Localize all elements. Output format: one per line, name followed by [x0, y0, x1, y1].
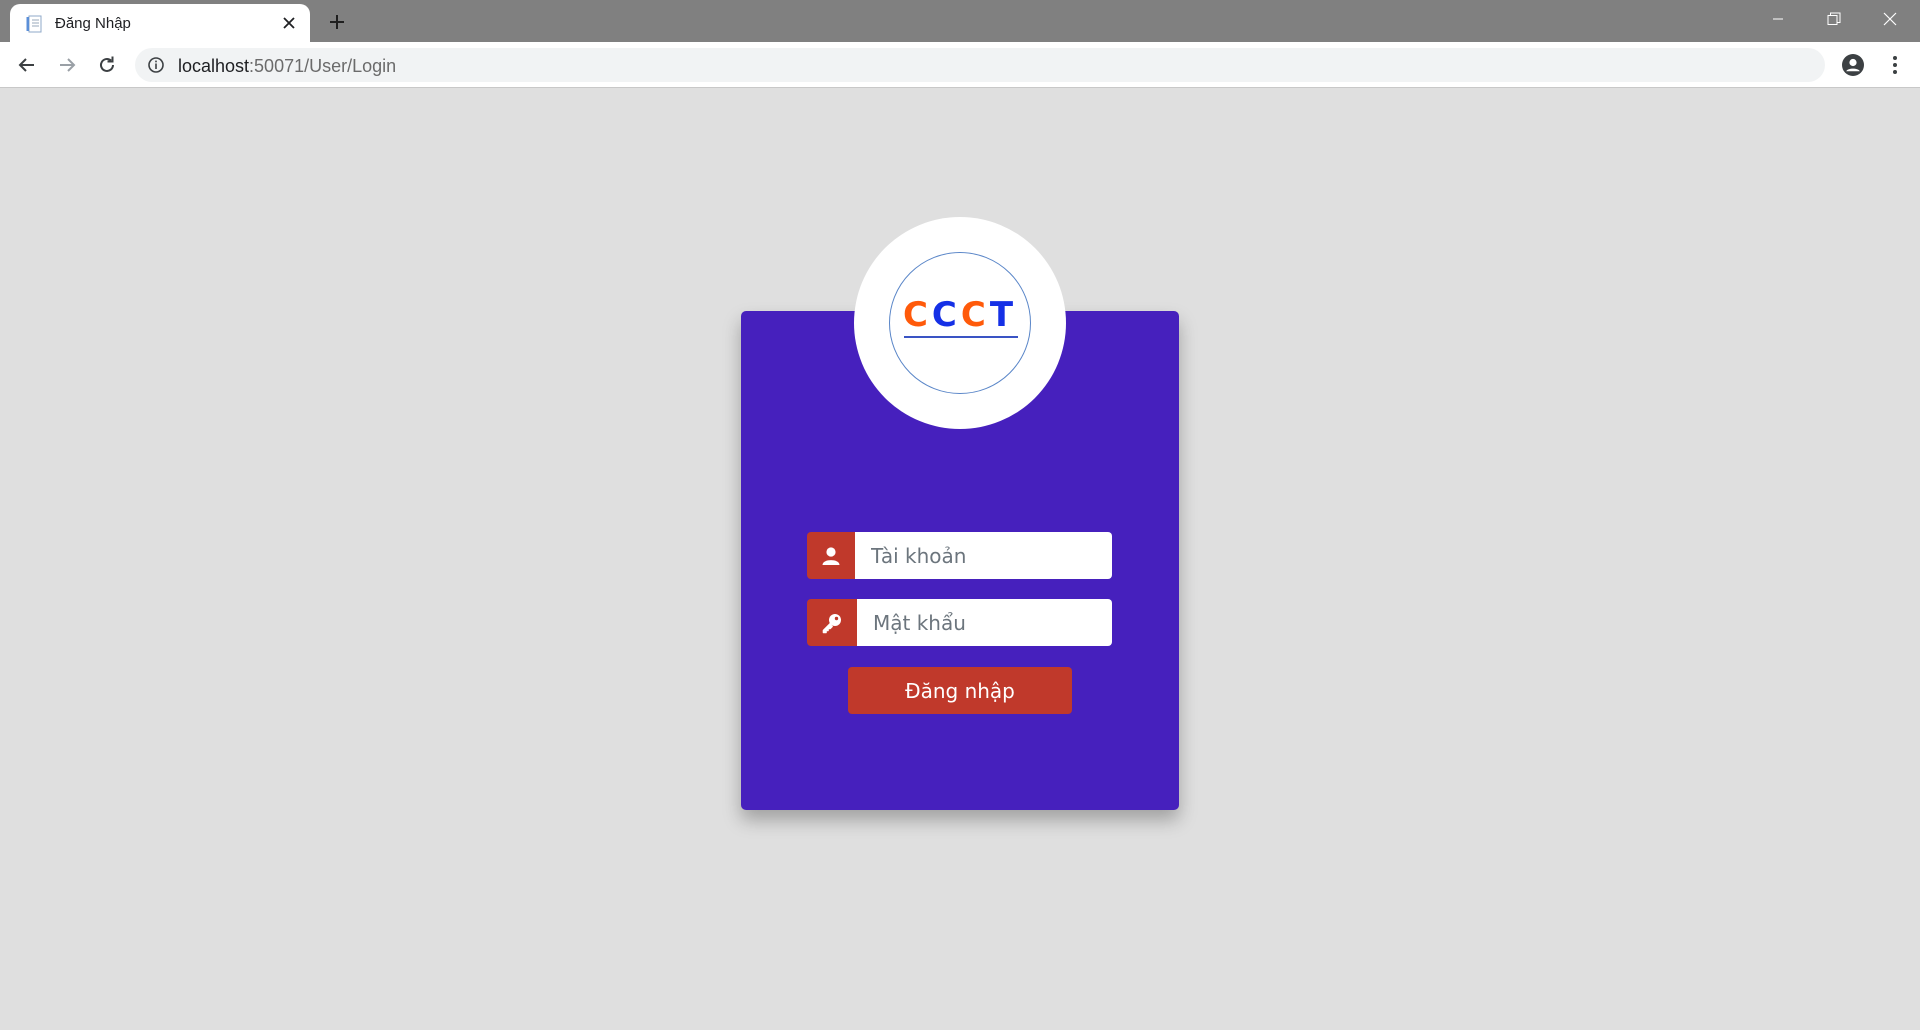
new-tab-button[interactable]: [324, 9, 350, 35]
window-restore-button[interactable]: [1806, 0, 1862, 38]
password-input[interactable]: [857, 599, 1112, 646]
profile-avatar-icon[interactable]: [1838, 50, 1868, 80]
browser-menu-icon[interactable]: [1880, 50, 1910, 80]
page-favicon-icon: [26, 15, 44, 33]
site-info-icon[interactable]: [147, 56, 165, 74]
username-input[interactable]: [855, 532, 1112, 579]
url-host: localhost: [178, 56, 250, 76]
back-button[interactable]: [12, 50, 42, 80]
window-close-button[interactable]: [1862, 0, 1918, 38]
username-group: [807, 532, 1112, 579]
password-group: [807, 599, 1112, 646]
logo-letter-4: T: [989, 295, 1018, 335]
reload-button[interactable]: [92, 50, 122, 80]
logo-letter-3: C: [960, 295, 990, 335]
key-icon: [807, 599, 857, 646]
browser-toolbar: localhost:50071/User/Login: [0, 42, 1920, 88]
user-icon: [807, 532, 855, 579]
logo-text: CCCT: [854, 295, 1066, 335]
tab-close-icon[interactable]: [278, 12, 300, 34]
logo: CCCT: [854, 217, 1066, 429]
logo-underline: [904, 336, 1018, 338]
address-bar[interactable]: localhost:50071/User/Login: [135, 48, 1825, 82]
logo-letter-2: C: [931, 295, 961, 335]
browser-tab[interactable]: Đăng Nhập: [10, 4, 310, 42]
tab-title: Đăng Nhập: [55, 15, 131, 32]
url-text[interactable]: localhost:50071/User/Login: [178, 56, 396, 77]
url-path: :50071/User/Login: [249, 56, 397, 76]
window-minimize-button[interactable]: [1750, 0, 1806, 38]
forward-button[interactable]: [52, 50, 82, 80]
browser-titlebar: Đăng Nhập: [0, 0, 1920, 42]
login-button[interactable]: Đăng nhập: [848, 667, 1072, 714]
logo-letter-1: C: [902, 295, 932, 335]
